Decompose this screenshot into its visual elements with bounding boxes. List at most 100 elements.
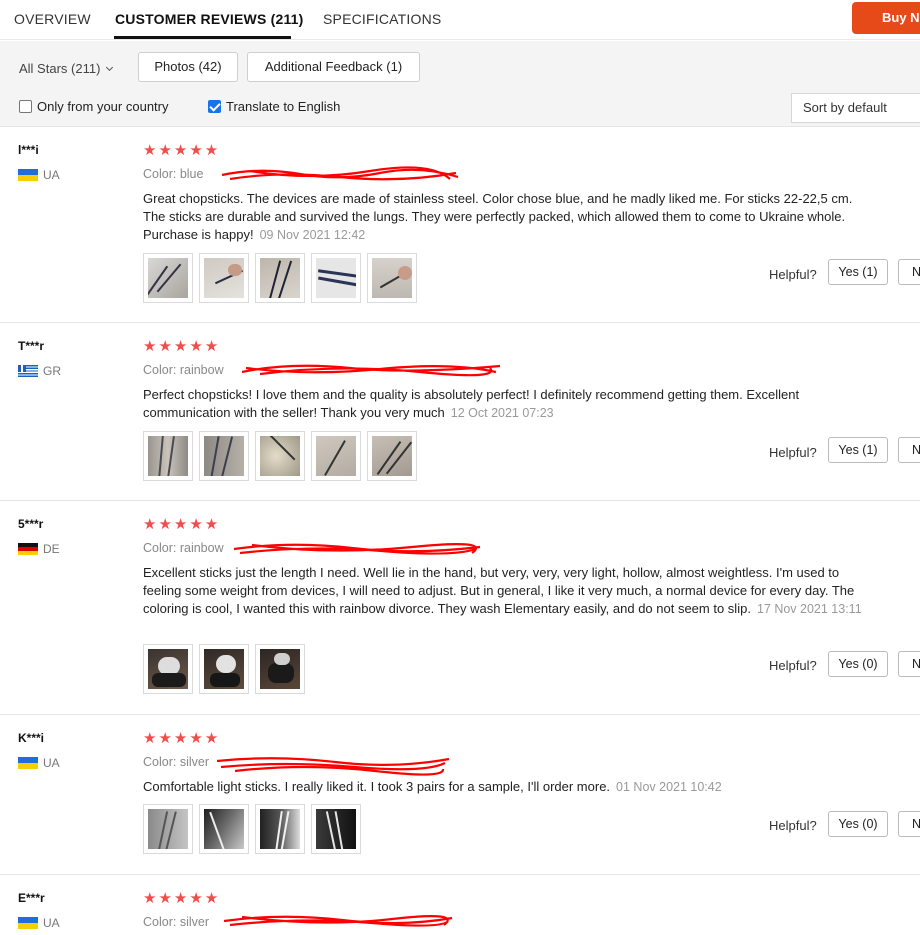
review-item: T***r GR ★★★★★ Color: rainbow Perfect ch… <box>0 323 920 501</box>
translate-option[interactable]: Translate to English <box>208 99 340 114</box>
only-country-label: Only from your country <box>37 99 169 114</box>
review-photo-thumb[interactable] <box>311 253 361 303</box>
color-value: rainbow <box>179 541 224 555</box>
only-country-checkbox[interactable] <box>19 100 32 113</box>
color-label: Color: <box>143 363 177 377</box>
reviewer-name: 5***r <box>18 517 44 531</box>
review-photo-thumb[interactable] <box>311 804 361 854</box>
review-photo-thumb[interactable] <box>255 431 305 481</box>
redaction-scribble <box>221 166 459 181</box>
review-photo-thumb[interactable] <box>143 253 193 303</box>
tab-overview[interactable]: OVERVIEW <box>14 11 91 27</box>
star-rating: ★★★★★ <box>143 142 221 159</box>
helpful-yes-button[interactable]: Yes (0) <box>828 651 888 677</box>
helpful-yes-button[interactable]: Yes (1) <box>828 259 888 285</box>
review-date: 09 Nov 2021 12:42 <box>259 228 366 242</box>
reviewer-name: l***i <box>18 143 39 157</box>
review-photo-thumb[interactable] <box>199 253 249 303</box>
flag-ua-icon <box>18 757 38 769</box>
review-photo-thumb[interactable] <box>255 644 305 694</box>
helpful-no-button[interactable]: No <box>898 651 920 677</box>
reviewer-country: UA <box>18 756 60 770</box>
star-rating: ★★★★★ <box>143 338 221 355</box>
photos-filter-button[interactable]: Photos (42) <box>138 52 238 82</box>
reviewer-country: UA <box>18 168 60 182</box>
review-date: 12 Oct 2021 07:23 <box>450 406 554 420</box>
helpful-label: Helpful? <box>769 445 817 460</box>
review-body: Excellent sticks just the length I need.… <box>143 565 855 616</box>
review-body: Great chopsticks. The devices are made o… <box>143 191 853 242</box>
color-value: silver <box>179 915 209 929</box>
helpful-no-button[interactable]: No <box>898 259 920 285</box>
star-rating: ★★★★★ <box>143 516 221 533</box>
redaction-scribble <box>216 757 450 776</box>
review-text: Perfect chopsticks! I love them and the … <box>143 386 863 422</box>
redaction-scribble <box>241 364 501 377</box>
translate-label: Translate to English <box>226 99 341 114</box>
country-code: UA <box>43 168 60 182</box>
reviewer-name: K***i <box>18 731 45 745</box>
all-stars-label: All Stars (211) <box>19 61 101 76</box>
helpful-no-button[interactable]: No <box>898 811 920 837</box>
review-photo-thumb[interactable] <box>367 431 417 481</box>
reviewer-country: GR <box>18 364 61 378</box>
review-text: Comfortable light sticks. I really liked… <box>143 778 863 796</box>
review-photo-thumb[interactable] <box>143 804 193 854</box>
all-stars-select[interactable]: All Stars (211) <box>19 61 114 76</box>
tab-customer-reviews[interactable]: CUSTOMER REVIEWS (211) <box>115 11 304 27</box>
country-code: GR <box>43 364 61 378</box>
review-photo-thumb[interactable] <box>255 253 305 303</box>
review-photos <box>143 644 305 694</box>
review-photo-thumb[interactable] <box>143 431 193 481</box>
helpful-yes-button[interactable]: Yes (0) <box>828 811 888 837</box>
redaction-scribble <box>233 543 481 555</box>
review-body: Comfortable light sticks. I really liked… <box>143 779 611 794</box>
sku-color: Color: silver <box>143 755 209 769</box>
review-item: E***r UA ★★★★★ Color: silver <box>0 875 920 935</box>
active-tab-indicator <box>114 36 291 39</box>
review-photo-thumb[interactable] <box>143 644 193 694</box>
sku-color: Color: blue <box>143 167 203 181</box>
sku-color: Color: rainbow <box>143 541 224 555</box>
star-rating: ★★★★★ <box>143 890 221 907</box>
sku-color: Color: rainbow <box>143 363 224 377</box>
reviewer-name: T***r <box>18 339 45 353</box>
tab-specifications[interactable]: SPECIFICATIONS <box>323 11 441 27</box>
review-photos <box>143 431 417 481</box>
flag-de-icon <box>18 543 38 555</box>
helpful-no-button[interactable]: No <box>898 437 920 463</box>
translate-checkbox[interactable] <box>208 100 221 113</box>
redaction-scribble <box>223 915 453 927</box>
review-photo-thumb[interactable] <box>255 804 305 854</box>
helpful-yes-button[interactable]: Yes (1) <box>828 437 888 463</box>
flag-gr-icon <box>18 365 38 377</box>
review-filter-bar: All Stars (211) Photos (42) Additional F… <box>0 41 920 127</box>
reviewer-name: E***r <box>18 891 45 905</box>
review-item: 5***r DE ★★★★★ Color: rainbow Excellent … <box>0 501 920 715</box>
review-photos <box>143 804 361 854</box>
only-country-option[interactable]: Only from your country <box>19 99 169 114</box>
color-value: rainbow <box>179 363 224 377</box>
review-item: l***i UA ★★★★★ Color: blue Great chopsti… <box>0 127 920 323</box>
review-photo-thumb[interactable] <box>199 431 249 481</box>
sort-select[interactable]: Sort by default <box>791 93 920 123</box>
review-photo-thumb[interactable] <box>199 644 249 694</box>
review-photo-thumb[interactable] <box>311 431 361 481</box>
review-photo-thumb[interactable] <box>199 804 249 854</box>
color-label: Color: <box>143 915 177 929</box>
star-rating: ★★★★★ <box>143 730 221 747</box>
color-label: Color: <box>143 541 177 555</box>
helpful-label: Helpful? <box>769 267 817 282</box>
review-photo-thumb[interactable] <box>367 253 417 303</box>
helpful-label: Helpful? <box>769 658 817 673</box>
review-text: Great chopsticks. The devices are made o… <box>143 190 863 244</box>
color-label: Color: <box>143 167 177 181</box>
additional-feedback-button[interactable]: Additional Feedback (1) <box>247 52 420 82</box>
country-code: UA <box>43 756 60 770</box>
reviewer-country: UA <box>18 916 60 930</box>
review-date: 17 Nov 2021 13:11 <box>756 602 862 616</box>
review-date: 01 Nov 2021 10:42 <box>616 780 722 794</box>
buy-now-button[interactable]: Buy Now <box>852 2 920 34</box>
color-value: silver <box>179 755 209 769</box>
chevron-down-icon <box>106 63 114 72</box>
